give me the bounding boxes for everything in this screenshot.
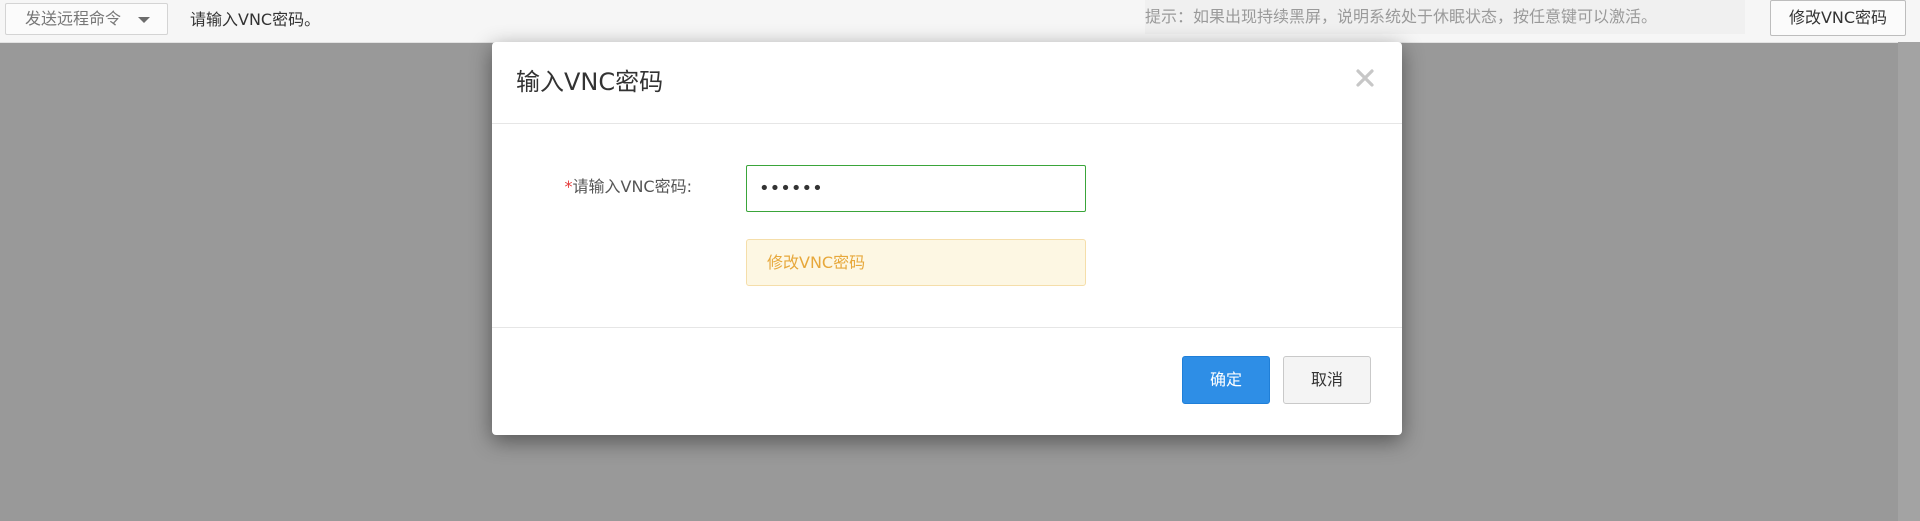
send-remote-command-label: 发送远程命令 xyxy=(25,9,122,28)
vnc-password-input[interactable] xyxy=(746,165,1086,212)
vnc-password-dialog: 输入VNC密码 *请输入VNC密码: 修改VNC密码 确定 取消 xyxy=(492,42,1402,435)
required-mark: * xyxy=(564,177,573,196)
send-remote-command-dropdown[interactable]: 发送远程命令 xyxy=(5,3,168,35)
confirm-button[interactable]: 确定 xyxy=(1182,356,1270,404)
change-vnc-password-button[interactable]: 修改VNC密码 xyxy=(1770,0,1906,36)
scrollbar[interactable] xyxy=(1898,42,1920,521)
cancel-button[interactable]: 取消 xyxy=(1283,356,1371,404)
tip-text: 提示：如果出现持续黑屏，说明系统处于休眠状态，按任意键可以激活。 xyxy=(1145,7,1658,26)
footer-divider xyxy=(492,327,1402,328)
top-toolbar: 发送远程命令 请输入VNC密码。 提示：如果出现持续黑屏，说明系统处于休眠状态，… xyxy=(0,0,1920,43)
chevron-down-icon xyxy=(138,17,150,23)
password-field-label: *请输入VNC密码: xyxy=(542,176,692,198)
dialog-header: 输入VNC密码 xyxy=(492,42,1402,124)
password-label-text: 请输入VNC密码: xyxy=(572,177,692,196)
dialog-title: 输入VNC密码 xyxy=(516,68,664,96)
change-vnc-password-link[interactable]: 修改VNC密码 xyxy=(746,239,1086,286)
close-icon[interactable] xyxy=(1353,66,1377,90)
connection-status-text: 请输入VNC密码。 xyxy=(190,10,321,29)
